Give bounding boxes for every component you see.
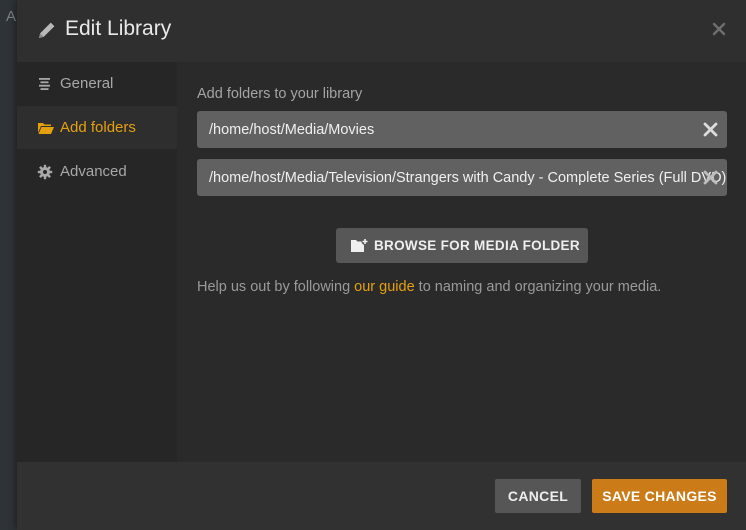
remove-folder-icon[interactable] [702, 169, 719, 186]
remove-folder-icon[interactable] [702, 121, 719, 138]
folder-path: /home/host/Media/Movies [209, 122, 375, 138]
dialog-footer: CANCEL SAVE CHANGES [17, 462, 746, 530]
sidebar-item-label: General [60, 75, 114, 92]
folder-open-icon [37, 120, 54, 136]
add-folder-icon [351, 238, 369, 253]
dialog-header: Edit Library [17, 0, 746, 62]
dialog-content: Add folders to your library /home/host/M… [177, 62, 746, 462]
dialog-sidebar: General Add folders Advanced [17, 62, 177, 462]
close-icon[interactable] [707, 17, 731, 41]
save-changes-button[interactable]: SAVE CHANGES [592, 479, 727, 513]
list-icon [37, 76, 53, 92]
sidebar-item-advanced[interactable]: Advanced [17, 150, 177, 193]
dialog-title: Edit Library [65, 17, 172, 40]
sidebar-item-add-folders[interactable]: Add folders [17, 106, 177, 149]
backdrop-text: A [6, 8, 17, 25]
gear-icon [37, 164, 53, 180]
help-text: Help us out by following our guide to na… [197, 279, 661, 295]
folder-path-field[interactable]: /home/host/Media/Movies [197, 111, 727, 148]
folder-path: /home/host/Media/Television/Strangers wi… [209, 170, 727, 186]
browse-media-folder-button[interactable]: BROWSE FOR MEDIA FOLDER [336, 228, 588, 263]
section-label: Add folders to your library [197, 86, 363, 102]
cancel-button[interactable]: CANCEL [495, 479, 581, 513]
folder-path-field[interactable]: /home/host/Media/Television/Strangers wi… [197, 159, 727, 196]
help-text-prefix: Help us out by following [197, 279, 355, 295]
sidebar-item-label: Advanced [60, 163, 127, 180]
edit-library-dialog: Edit Library General Add folders Advance… [17, 0, 746, 530]
sidebar-item-general[interactable]: General [17, 62, 177, 105]
pencil-icon [36, 19, 58, 41]
sidebar-item-label: Add folders [60, 119, 136, 136]
guide-link[interactable]: our guide [354, 279, 414, 295]
browse-button-label: BROWSE FOR MEDIA FOLDER [374, 238, 580, 253]
help-text-suffix: to naming and organizing your media. [414, 279, 662, 295]
